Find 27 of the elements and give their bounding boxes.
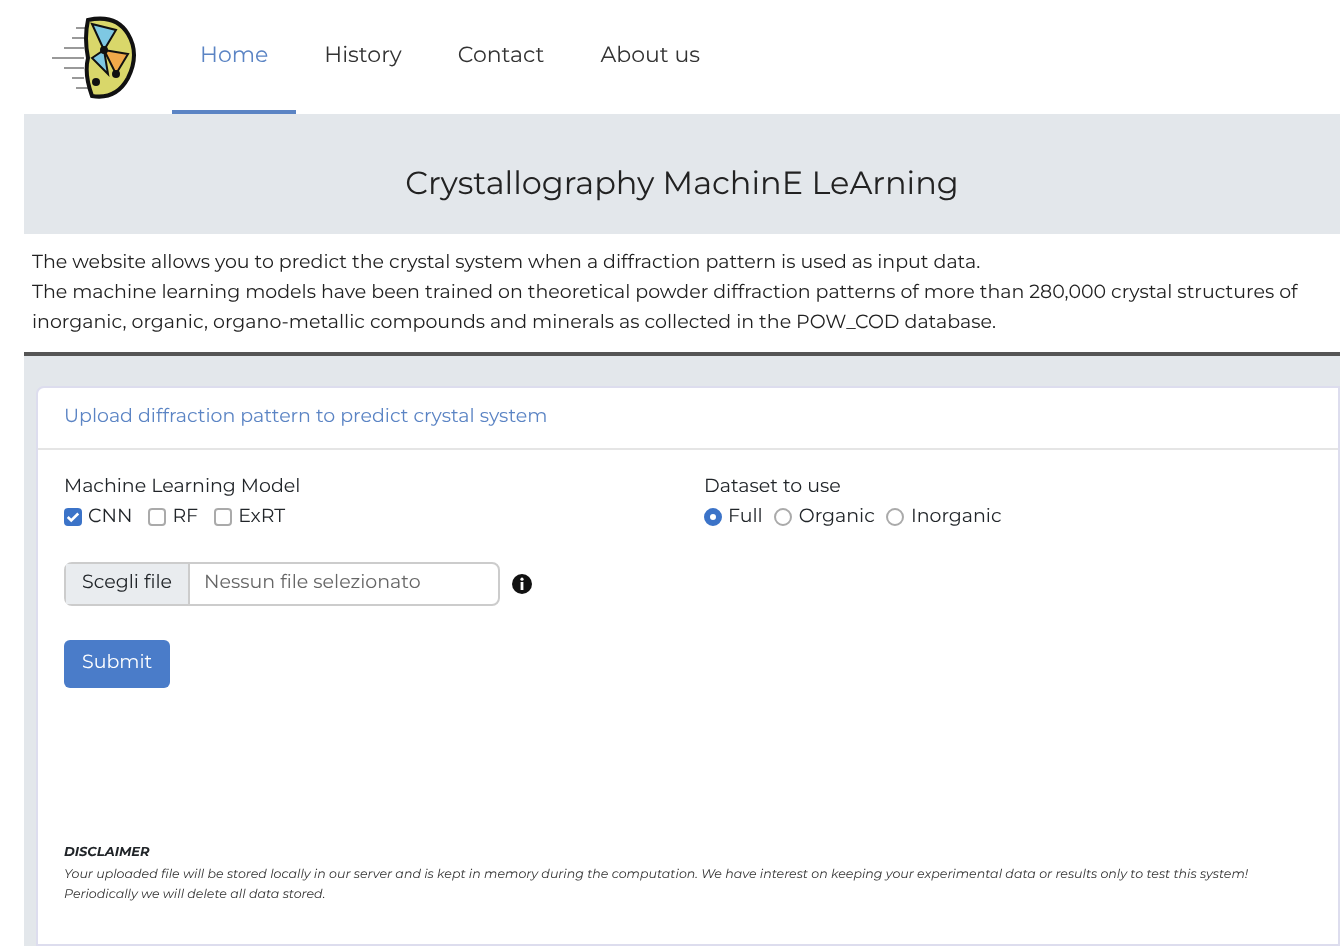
dataset-label: Dataset to use xyxy=(704,474,843,503)
checkbox-label: ExRT xyxy=(238,503,286,531)
submit-button[interactable]: Submit xyxy=(64,639,171,688)
radio-label: Full xyxy=(728,503,763,531)
choose-file-button[interactable]: Scegli file xyxy=(66,563,191,604)
radio-label: Organic xyxy=(798,503,875,531)
description-text: The machine learning models have been trained on theoretical powder diffraction patterns of more than 280,000 crystal structures of inorganic, organic, organo-metallic compounds and minerals as collected in the POW_COD database. xyxy=(32,280,1300,338)
radio-button[interactable] xyxy=(886,508,905,527)
checkbox-label: CNN xyxy=(88,503,133,531)
description-text: The website allows you to predict the crystal system when a diffraction pattern is used as input data. xyxy=(32,250,983,278)
radio-button[interactable] xyxy=(774,508,793,527)
checkbox[interactable] xyxy=(148,508,167,527)
checkbox[interactable] xyxy=(64,508,82,527)
info-icon[interactable] xyxy=(512,573,532,594)
radio-button[interactable] xyxy=(704,508,722,527)
nav-tab[interactable]: About us xyxy=(572,0,728,114)
card-header: Upload diffraction pattern to predict crystal system xyxy=(38,388,1338,451)
checkbox[interactable] xyxy=(214,508,233,527)
nav-tab[interactable]: History xyxy=(296,0,430,114)
file-input[interactable]: Scegli file Nessun file selezionato xyxy=(64,561,500,606)
checkbox-label: RF xyxy=(172,503,199,531)
radio-label: Inorganic xyxy=(910,503,1002,531)
nav-tab[interactable]: Contact xyxy=(429,0,573,114)
model-label: Machine Learning Model xyxy=(64,474,303,503)
page-title: Crystallography MachinE LeArning xyxy=(403,164,961,208)
check-icon xyxy=(66,510,80,525)
file-name-text: Nessun file selezionato xyxy=(202,569,423,598)
